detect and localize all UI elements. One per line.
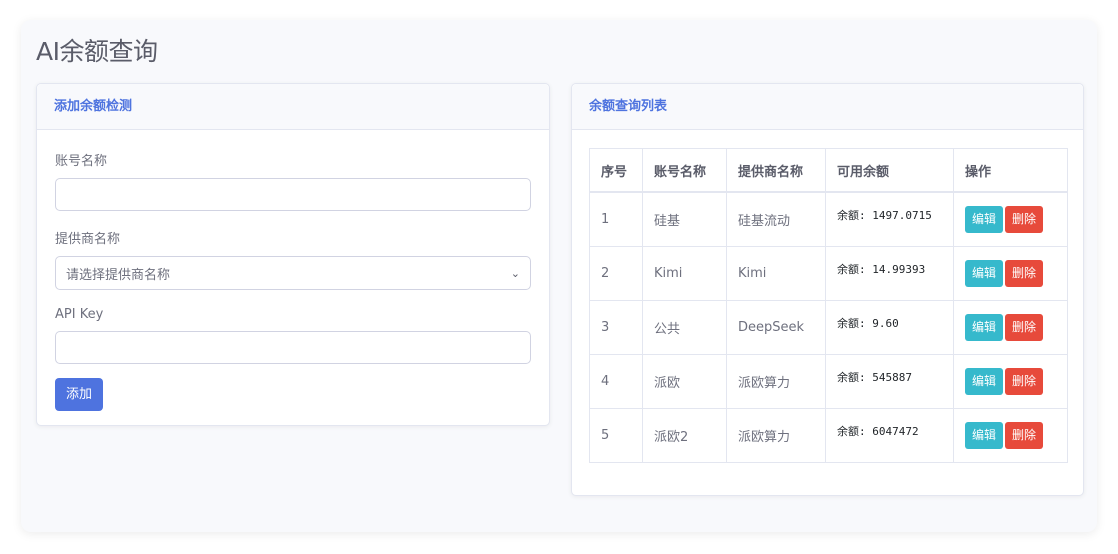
table-row: 1 硅基 硅基流动 余额: 1497.0715 编辑 删除 [589,191,1068,247]
table-row: 5 派欧2 派欧算力 余额: 6047472 编辑 删除 [589,408,1068,463]
table-row: 3 公共 DeepSeek 余额: 9.60 编辑 删除 [589,300,1068,355]
row-account: 派欧 [642,354,727,409]
row-account: 公共 [642,300,727,355]
row-actions: 编辑 删除 [953,354,1068,409]
row-actions: 编辑 删除 [953,191,1068,247]
row-index: 5 [589,408,643,463]
add-balance-card: 添加余额检测 账号名称 提供商名称 请选择提供商名称 ⌄ API Key 添加 [36,83,550,426]
page-title: AI余额查询 [36,37,158,66]
chevron-down-icon: ⌄ [510,266,520,280]
row-index: 3 [589,300,643,355]
column-header-account: 账号名称 [642,148,727,193]
row-provider: Kimi [726,246,826,301]
provider-select[interactable]: 请选择提供商名称 ⌄ [55,256,531,290]
provider-name-label: 提供商名称 [55,232,121,247]
row-provider: 派欧算力 [726,354,826,409]
row-actions: 编辑 删除 [953,408,1068,463]
delete-button[interactable]: 删除 [1005,260,1044,287]
provider-select-value: 请选择提供商名称 [66,267,171,283]
row-provider: DeepSeek [726,300,826,355]
delete-button[interactable]: 删除 [1005,314,1044,341]
table-header-row: 序号 账号名称 提供商名称 可用余额 操作 [589,148,1068,193]
row-actions: 编辑 删除 [953,246,1068,301]
delete-button[interactable]: 删除 [1005,206,1044,233]
row-index: 1 [589,191,643,247]
edit-button[interactable]: 编辑 [965,314,1004,341]
row-actions: 编辑 删除 [953,300,1068,355]
row-provider: 派欧算力 [726,408,826,463]
page-container: AI余额查询 添加余额检测 账号名称 提供商名称 请选择提供商名称 ⌄ API … [21,20,1097,532]
api-key-label: API Key [55,307,104,322]
row-account: Kimi [642,246,727,301]
row-balance: 余额: 9.60 [825,300,954,355]
balance-list-card-header: 余额查询列表 [572,84,1083,130]
row-balance: 余额: 545887 [825,354,954,409]
account-name-input[interactable] [55,178,531,211]
column-header-index: 序号 [589,148,643,193]
column-header-balance: 可用余额 [825,148,954,193]
balance-list-card: 余额查询列表 序号 账号名称 提供商名称 可用余额 操作 1 硅基 硅基流动 余… [571,83,1084,496]
edit-button[interactable]: 编辑 [965,260,1004,287]
row-account: 硅基 [642,191,727,247]
edit-button[interactable]: 编辑 [965,206,1004,233]
column-header-actions: 操作 [953,148,1068,193]
table-row: 2 Kimi Kimi 余额: 14.99393 编辑 删除 [589,246,1068,301]
row-provider: 硅基流动 [726,191,826,247]
row-index: 2 [589,246,643,301]
column-header-provider: 提供商名称 [726,148,826,193]
account-name-label: 账号名称 [55,154,108,169]
table-row: 4 派欧 派欧算力 余额: 545887 编辑 删除 [589,354,1068,409]
edit-button[interactable]: 编辑 [965,368,1004,395]
balance-table: 序号 账号名称 提供商名称 可用余额 操作 1 硅基 硅基流动 余额: 1497… [589,148,1068,463]
api-key-input[interactable] [55,331,531,364]
row-balance: 余额: 1497.0715 [825,191,954,247]
row-account: 派欧2 [642,408,727,463]
row-index: 4 [589,354,643,409]
delete-button[interactable]: 删除 [1005,422,1044,449]
add-balance-card-header: 添加余额检测 [37,84,549,130]
add-button[interactable]: 添加 [55,378,104,411]
row-balance: 余额: 14.99393 [825,246,954,301]
delete-button[interactable]: 删除 [1005,368,1044,395]
edit-button[interactable]: 编辑 [965,422,1004,449]
row-balance: 余额: 6047472 [825,408,954,463]
